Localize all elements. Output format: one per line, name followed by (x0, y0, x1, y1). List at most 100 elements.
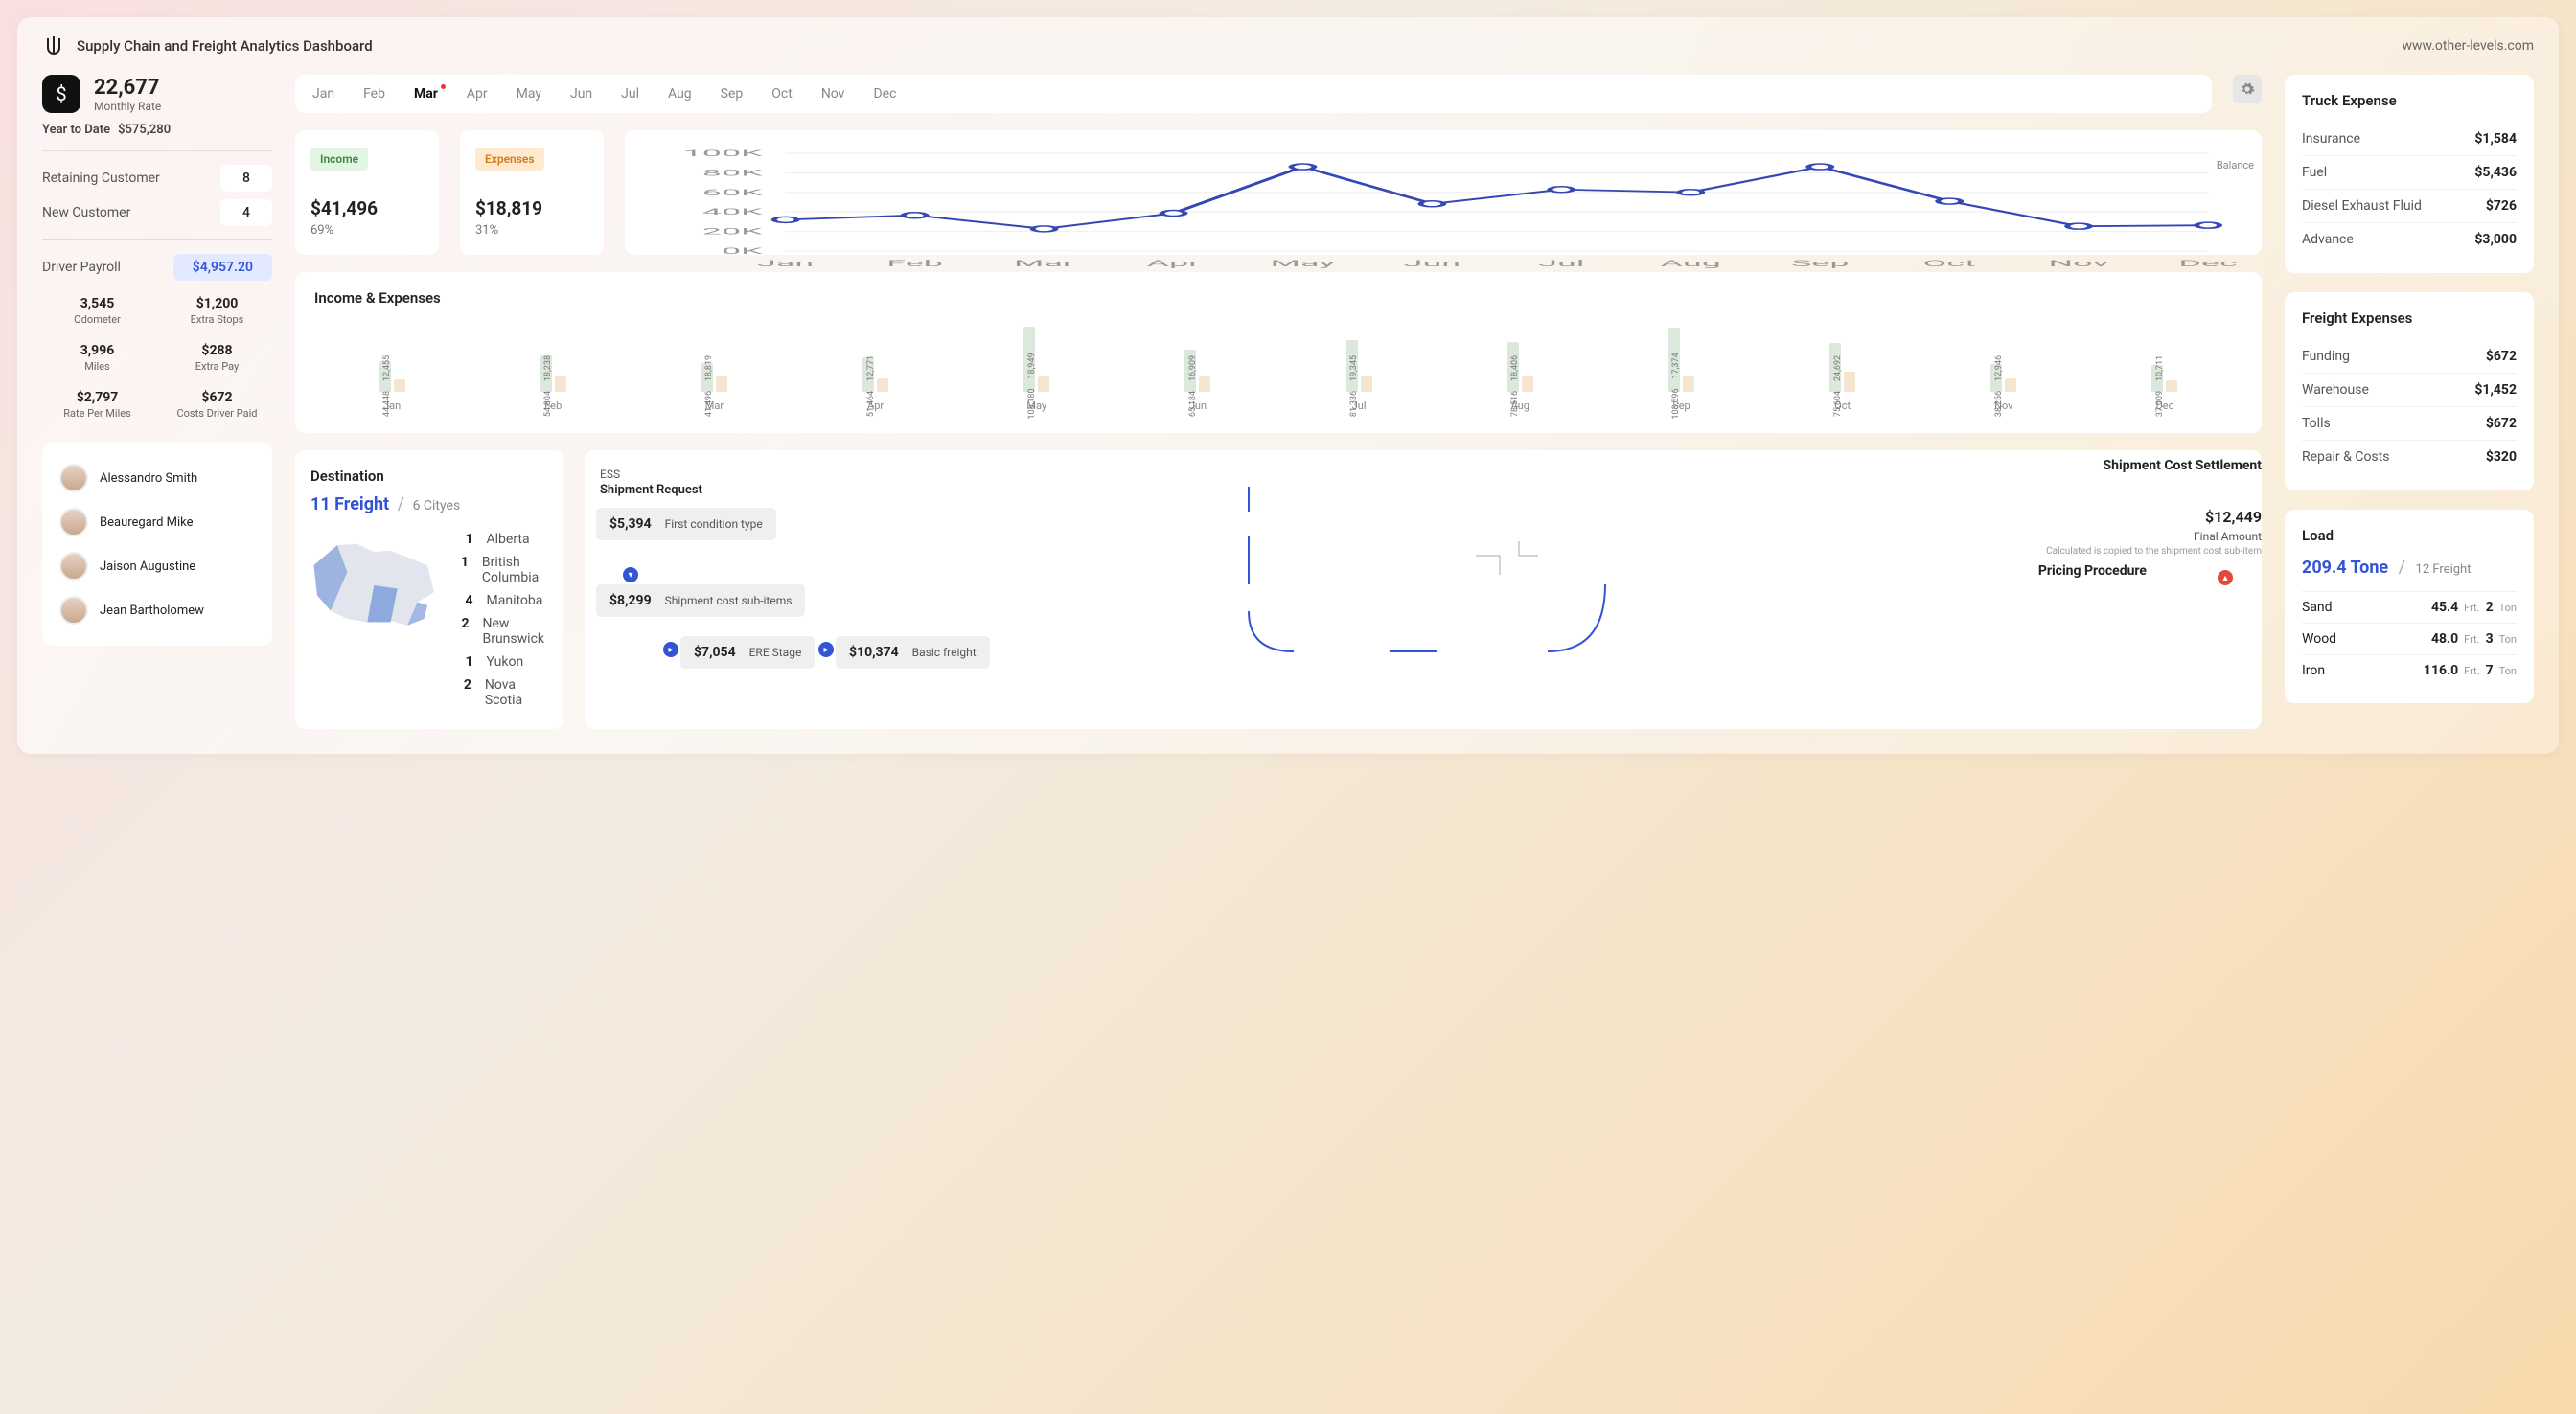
odometer-value: 3,545 (42, 296, 152, 311)
extra-pay-value: $288 (162, 343, 272, 358)
topbar: Supply Chain and Freight Analytics Dashb… (42, 34, 2534, 57)
income-badge: Income (310, 148, 368, 171)
destination-title: Destination (310, 468, 548, 485)
rate-per-miles-value: $2,797 (42, 390, 152, 405)
avatar (59, 596, 88, 625)
ere-stage-pill: $7,054 ERE Stage (680, 636, 815, 669)
freight-expense-title: Freight Expenses (2302, 309, 2517, 327)
load-row: Iron116.0Frt.7Ton (2302, 654, 2517, 686)
site-url[interactable]: www.other-levels.com (2403, 38, 2534, 54)
svg-text:Aug: Aug (1661, 259, 1721, 268)
svg-text:Nov: Nov (2049, 259, 2110, 268)
ie-col: 75,60424,692Oct (1765, 325, 1920, 412)
month-tab-nov[interactable]: Nov (821, 86, 845, 102)
month-tab-may[interactable]: May (517, 86, 541, 102)
load-sub: 12 Freight (2416, 562, 2472, 577)
destination-row: 2Nova Scotia (460, 673, 549, 712)
avatar (59, 508, 88, 536)
expense-row: Diesel Exhaust Fluid$726 (2302, 189, 2517, 222)
ie-col: 38,25612,946Nov (1926, 325, 2082, 412)
load-headline: 209.4 Tone (2302, 558, 2388, 578)
destination-card: Destination 11 Freight / 6 Cityes (295, 450, 564, 729)
destination-row: 1Yukon (460, 650, 549, 673)
avatar (59, 464, 88, 492)
svg-text:40K: 40K (702, 207, 764, 217)
ie-title: Income & Expenses (314, 289, 2242, 307)
miles-label: Miles (42, 360, 152, 373)
destination-row: 2New Brunswick (460, 612, 549, 650)
person-row[interactable]: Jaison Augustine (56, 544, 259, 588)
svg-text:20K: 20K (702, 227, 764, 237)
destination-row: 1British Columbia (460, 551, 549, 589)
expense-row: Advance$3,000 (2302, 222, 2517, 256)
dollar-icon: $ (42, 75, 80, 113)
expense-row: Fuel$5,436 (2302, 155, 2517, 189)
ytd-label: Year to Date (42, 123, 110, 137)
extra-stops-value: $1,200 (162, 296, 272, 311)
freight-expense-panel: Freight Expenses Funding$672Warehouse$1,… (2285, 292, 2534, 490)
app-title: Supply Chain and Freight Analytics Dashb… (77, 37, 373, 55)
first-condition-pill: $5,394 First condition type (596, 508, 776, 540)
svg-text:0K: 0K (722, 246, 763, 256)
month-tab-jun[interactable]: Jun (570, 86, 592, 102)
person-row[interactable]: Beauregard Mike (56, 500, 259, 544)
svg-text:60K: 60K (702, 188, 764, 197)
balance-legend: Balance (2217, 159, 2254, 171)
costs-driver-paid-value: $672 (162, 390, 272, 405)
income-expenses-card: Income & Expenses 44,44812,455Jan54,8041… (295, 272, 2262, 433)
income-percent: 69% (310, 223, 424, 238)
map-icon (310, 528, 445, 643)
monthly-rate-label: Monthly Rate (94, 100, 161, 113)
person-row[interactable]: Alessandro Smith (56, 456, 259, 500)
svg-text:May: May (1271, 259, 1336, 268)
income-amount: $41,496 (310, 197, 424, 219)
settlement-title: Shipment Cost Settlement (2104, 458, 2262, 473)
monthly-rate-value: 22,677 (94, 76, 161, 100)
expense-row: Funding$672 (2302, 340, 2517, 373)
retain-customer-value: 8 (220, 165, 272, 192)
expense-amount: $18,819 (475, 197, 588, 219)
line-chart-icon: 0K20K40K60K80K100KJanFebMarAprMayJunJulA… (640, 148, 2246, 272)
miles-value: 3,996 (42, 343, 152, 358)
chevron-down-icon: ▾ (623, 567, 638, 582)
month-tab-apr[interactable]: Apr (467, 86, 488, 102)
month-tab-sep[interactable]: Sep (721, 86, 744, 102)
svg-text:Mar: Mar (1014, 259, 1074, 268)
person-row[interactable]: Jean Bartholomew (56, 588, 259, 632)
retain-customer-label: Retaining Customer (42, 171, 160, 186)
new-customer-value: 4 (220, 199, 272, 226)
month-selector: Jan Feb Mar Apr May Jun Jul Aug Sep Oct Nov Dec (295, 75, 2212, 113)
month-tab-jul[interactable]: Jul (621, 86, 639, 102)
settings-button[interactable] (2233, 75, 2262, 103)
left-column: $ 22,677 Monthly Rate Year to Date $575,… (42, 75, 272, 729)
svg-text:Jun: Jun (1404, 259, 1460, 268)
rate-per-miles-label: Rate Per Miles (42, 407, 152, 420)
ie-col: 37,00910,711Dec (2087, 325, 2242, 412)
month-tab-dec[interactable]: Dec (873, 86, 896, 102)
ie-col: 41,49618,819Mar (636, 325, 792, 412)
month-tab-mar[interactable]: Mar (414, 86, 438, 102)
ess-label: ESS (600, 468, 2246, 481)
right-column: Truck Expense Insurance$1,584Fuel$5,436D… (2285, 75, 2534, 729)
expense-row: Repair & Costs$320 (2302, 440, 2517, 473)
arrow-right-icon: ▸ (818, 642, 834, 657)
month-tab-oct[interactable]: Oct (771, 86, 793, 102)
month-tab-jan[interactable]: Jan (312, 86, 334, 102)
svg-text:Apr: Apr (1147, 259, 1201, 268)
final-amount: $12,449 Final Amount Calculated is copie… (2046, 508, 2262, 558)
month-tab-feb[interactable]: Feb (363, 86, 385, 102)
month-tab-aug[interactable]: Aug (668, 86, 692, 102)
load-row: Wood48.0Frt.3Ton (2302, 623, 2517, 654)
ie-col: 105,18018,949May (959, 325, 1115, 412)
expense-row: Warehouse$1,452 (2302, 373, 2517, 406)
destination-row: 4Manitoba (460, 589, 549, 612)
expense-row: Tolls$672 (2302, 406, 2517, 440)
odometer-label: Odometer (42, 313, 152, 326)
person-name: Beauregard Mike (100, 515, 194, 530)
expense-percent: 31% (475, 223, 588, 238)
costs-driver-paid-label: Costs Driver Paid (162, 407, 272, 420)
expense-card: Expenses $18,819 31% (460, 130, 604, 255)
load-title: Load (2302, 527, 2517, 544)
people-list: Alessandro Smith Beauregard Mike Jaison Au… (42, 443, 272, 646)
person-name: Alessandro Smith (100, 471, 197, 486)
